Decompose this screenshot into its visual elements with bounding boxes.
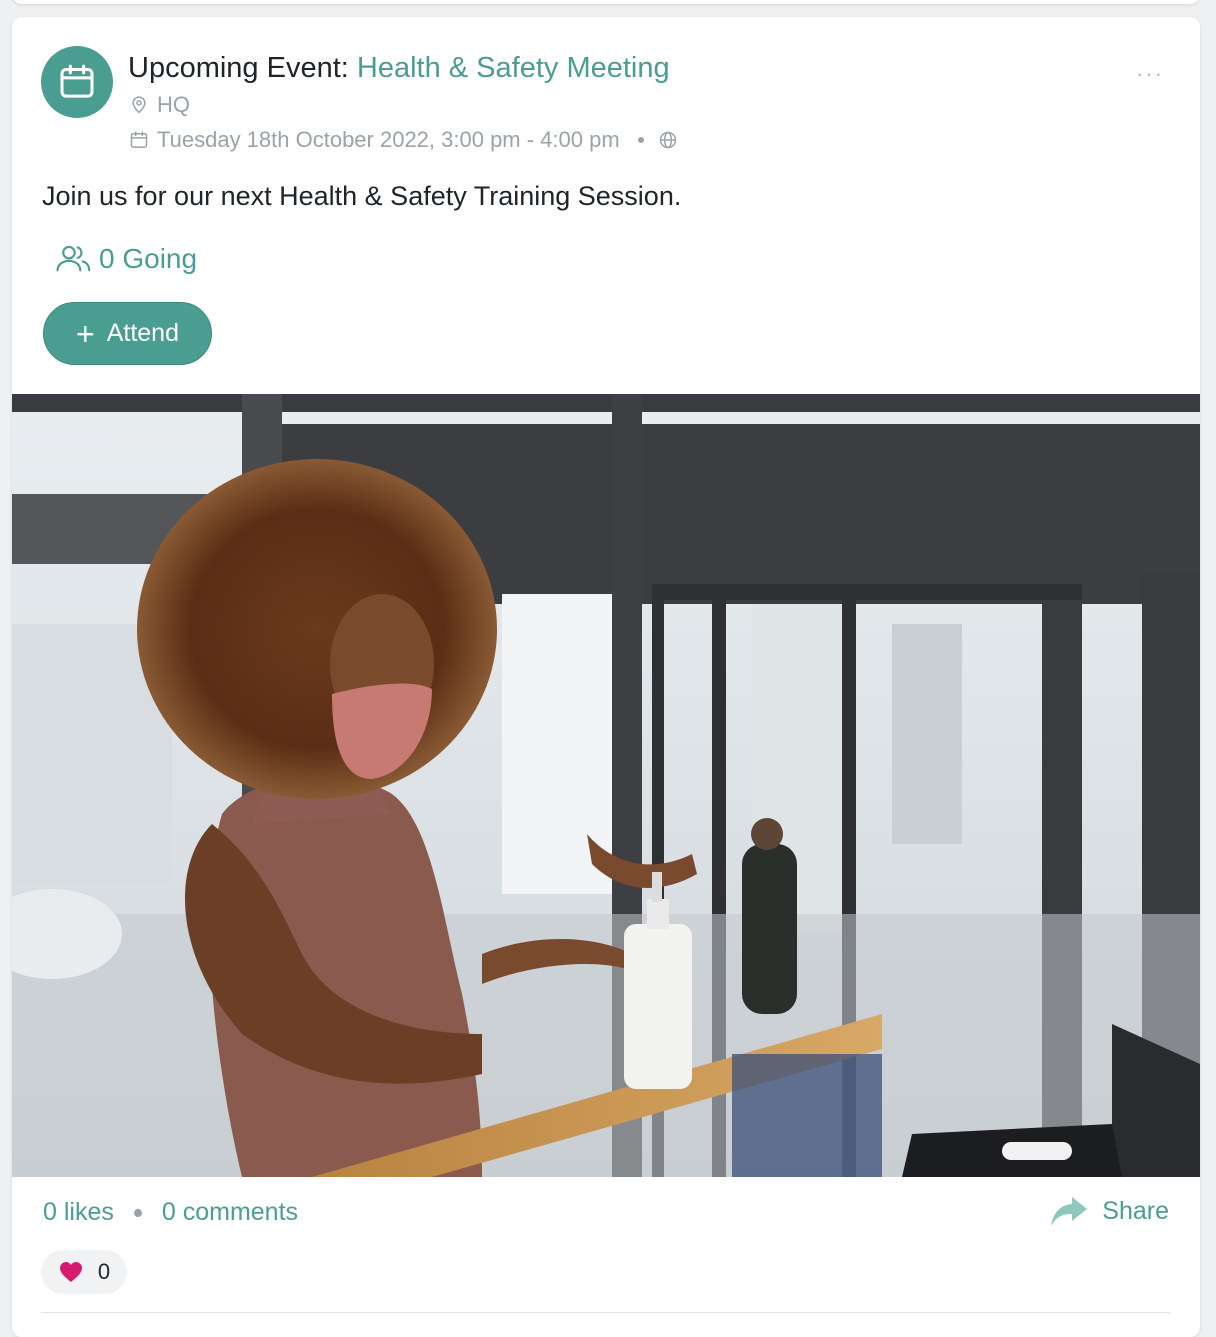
event-location-text: HQ <box>157 92 190 117</box>
map-pin-icon <box>132 96 146 114</box>
event-cover-image <box>12 394 1200 1177</box>
post-stats: 0 likes 0 comments <box>43 1198 298 1227</box>
event-avatar <box>41 46 113 118</box>
share-label: Share <box>1102 1196 1169 1225</box>
event-name-link[interactable]: Health & Safety Meeting <box>357 52 670 84</box>
event-title-prefix: Upcoming Event: <box>128 52 349 84</box>
event-location: HQ <box>129 91 190 119</box>
attend-label: Attend <box>106 319 179 347</box>
going-count-link[interactable]: 0 Going <box>55 241 197 277</box>
likes-count-link[interactable]: 0 likes <box>43 1198 114 1227</box>
attend-button[interactable]: + Attend <box>43 302 212 365</box>
heart-icon <box>59 1262 82 1282</box>
share-button[interactable]: Share <box>1050 1195 1169 1227</box>
comments-count-link[interactable]: 0 comments <box>162 1198 298 1227</box>
event-title: Upcoming Event: Health & Safety Meeting <box>128 51 670 85</box>
calendar-small-icon <box>130 131 148 148</box>
meta-separator <box>637 137 644 143</box>
previous-post-card <box>12 0 1200 4</box>
going-count-text: 0 Going <box>99 243 198 274</box>
event-description: Join us for our next Health & Safety Tra… <box>42 181 682 211</box>
reaction-count: 0 <box>97 1259 111 1284</box>
share-arrow-icon <box>1051 1197 1088 1226</box>
event-datetime: Tuesday 18th October 2022, 3:00 pm - 4:0… <box>129 126 686 154</box>
stats-separator <box>133 1208 142 1217</box>
event-post-card: Upcoming Event: Health & Safety Meeting … <box>12 17 1200 1337</box>
globe-icon <box>659 131 676 149</box>
more-options-button[interactable]: ··· <box>1136 61 1164 87</box>
plus-icon: + <box>76 315 95 352</box>
users-icon <box>56 245 91 272</box>
footer-divider <box>41 1312 1171 1313</box>
event-datetime-text: Tuesday 18th October 2022, 3:00 pm - 4:0… <box>157 127 620 152</box>
calendar-icon <box>60 64 94 98</box>
heart-reaction-button[interactable]: 0 <box>41 1250 127 1294</box>
